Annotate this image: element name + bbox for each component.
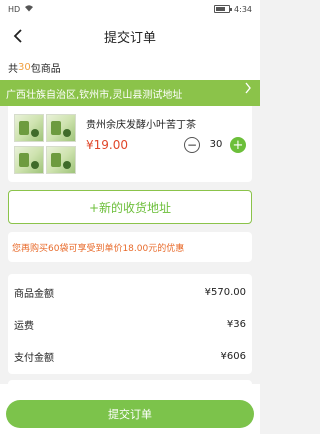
signal-indicator: HD [8,4,21,14]
chevron-right-icon [244,82,252,98]
product-image [46,146,76,174]
product-images [14,114,76,174]
quantity-stepper: − 30 + [180,134,248,154]
new-address-button[interactable]: +新的收货地址 [8,190,252,224]
address-text: 广西壮族自治区,钦州市,灵山县测试地址 [6,89,183,101]
product-price: ¥19.00 [86,138,128,152]
count-prefix: 共 [8,63,18,75]
summary-label: 运费 [14,320,34,332]
page-title: 提交订单 [103,30,156,46]
summary-value: ¥606 [220,350,246,362]
product-name: 贵州余庆发酵小叶苦丁茶 [86,120,196,131]
battery-icon [214,5,233,13]
promo-text: 您再购买60袋可享受到单价18.00元的优惠 [12,243,185,254]
plus-icon: + [232,137,244,153]
summary-row-goods: 商品金额 ¥570.00 [14,282,246,302]
status-time: 4:34 [234,4,252,14]
summary-label: 商品金额 [14,288,54,300]
order-summary: 商品金额 ¥570.00 运费 ¥36 支付金额 ¥606 [8,274,252,374]
summary-label: 支付金额 [14,352,54,364]
increase-quantity-button[interactable]: + [230,137,246,153]
status-bar: HD 4:34 [0,0,260,18]
shipping-address[interactable]: 广西壮族自治区,钦州市,灵山县测试地址 [0,80,260,106]
summary-value: ¥570.00 [204,286,246,298]
product-image [14,146,44,174]
status-right: 4:34 [214,5,252,14]
count-suffix: 包商品 [30,63,61,75]
summary-row-shipping: 运费 ¥36 [14,314,246,334]
wifi-icon [24,4,34,14]
product-image [46,114,76,142]
product-card: 贵州余庆发酵小叶苦丁茶 ¥19.00 − 30 + [8,106,252,182]
page-header: 提交订单 [0,18,260,54]
chevron-left-icon [13,29,22,43]
item-count: 共 30 包商品 [0,54,260,80]
summary-value: ¥36 [226,318,246,330]
count-number: 30 [18,61,31,73]
minus-icon: − [186,138,198,152]
decrease-quantity-button[interactable]: − [184,137,200,153]
product-image [14,114,44,142]
back-button[interactable] [6,24,30,48]
status-left: HD [8,4,34,14]
quantity-value: 30 [209,139,223,150]
promo-notice: 您再购买60袋可享受到单价18.00元的优惠 [8,232,252,262]
summary-row-payment: 支付金额 ¥606 [14,346,246,366]
submit-order-button[interactable]: 提交订单 [6,400,254,428]
